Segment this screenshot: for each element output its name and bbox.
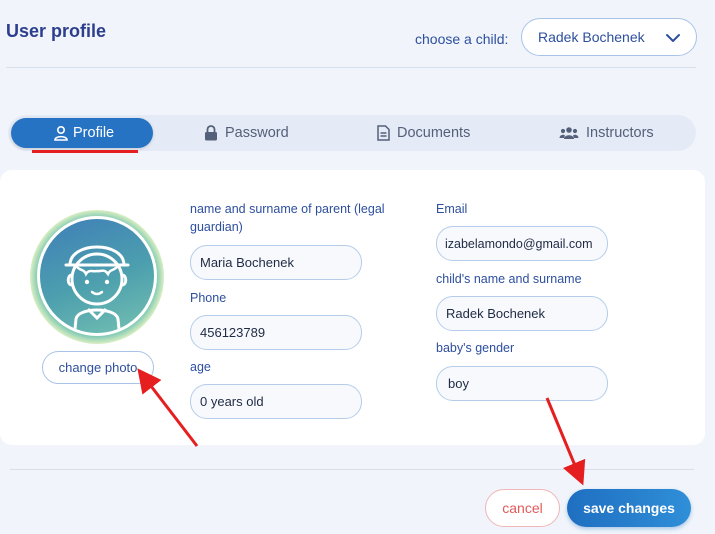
tab-password[interactable]: Password	[204, 118, 289, 148]
email-label: Email	[436, 202, 468, 216]
tab-documents-label: Documents	[397, 125, 471, 141]
cancel-button[interactable]: cancel	[485, 489, 560, 527]
tab-password-label: Password	[225, 125, 289, 141]
phone-field[interactable]: 456123789	[190, 315, 362, 350]
tab-profile[interactable]: Profile	[11, 118, 153, 148]
page-title: User profile	[6, 21, 107, 41]
parent-name-label: name and surname of parent (legal guardi…	[190, 202, 385, 234]
gender-label: baby's gender	[436, 341, 515, 355]
child-select[interactable]: Radek Bochenek	[521, 18, 697, 56]
header-divider	[6, 67, 696, 68]
age-label: age	[190, 360, 211, 374]
lock-icon	[205, 125, 217, 141]
phone-label: Phone	[190, 291, 227, 305]
tab-profile-label: Profile	[73, 125, 115, 141]
parent-name-field[interactable]: Maria Bochenek	[190, 245, 362, 280]
child-select-label: choose a child:	[415, 31, 509, 47]
save-changes-button[interactable]: save changes	[567, 489, 691, 527]
child-select-value: Radek Bochenek	[538, 29, 645, 45]
chevron-down-icon	[666, 34, 680, 42]
active-tab-underline	[32, 150, 138, 153]
tab-documents[interactable]: Documents	[377, 118, 470, 148]
users-icon	[559, 127, 579, 139]
tab-instructors-label: Instructors	[586, 125, 654, 141]
tab-instructors[interactable]: Instructors	[559, 118, 654, 148]
user-icon	[54, 125, 68, 141]
email-field[interactable]: izabelamondo@gmail.com	[436, 226, 608, 261]
change-photo-button[interactable]: change photo	[42, 351, 154, 384]
document-icon	[377, 125, 390, 141]
avatar[interactable]	[37, 216, 157, 336]
footer-divider	[10, 469, 694, 470]
child-name-field[interactable]: Radek Bochenek	[436, 296, 608, 331]
age-field[interactable]: 0 years old	[190, 384, 362, 419]
child-avatar-icon	[64, 245, 130, 333]
gender-field[interactable]: boy	[436, 366, 608, 401]
tab-bar: Profile Password Documents Instructors	[8, 115, 696, 151]
child-name-label: child's name and surname	[436, 272, 582, 286]
